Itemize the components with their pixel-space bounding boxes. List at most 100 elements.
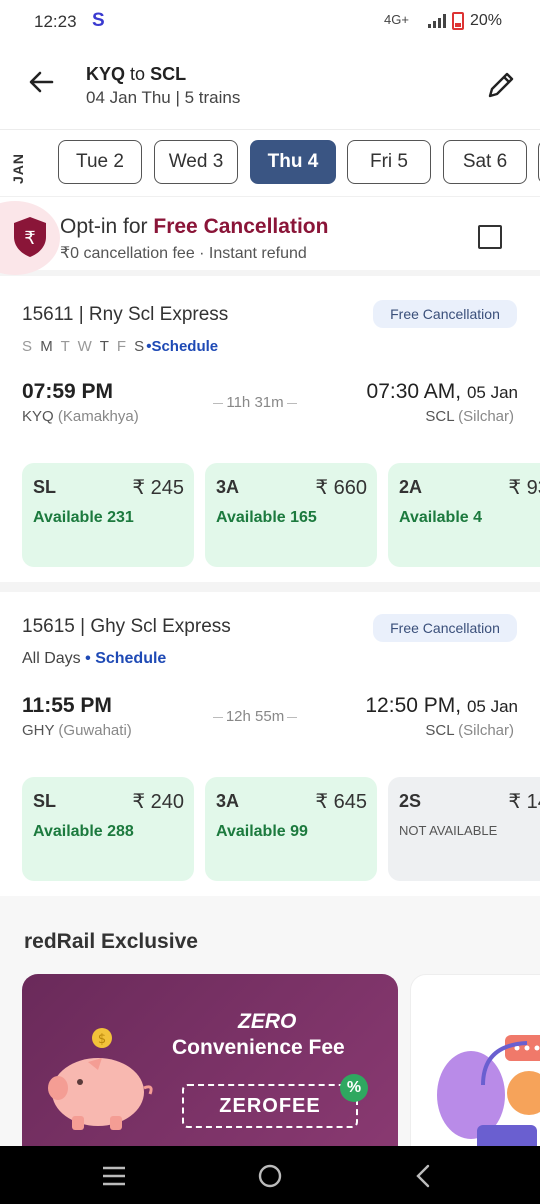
battery-icon: [452, 12, 464, 30]
free-cancellation-banner[interactable]: ₹ Opt-in for Free Cancellation ₹0 cancel…: [0, 196, 540, 276]
route-title: KYQ to SCL: [86, 64, 186, 85]
arrival-station: SCL (Silchar): [425, 722, 514, 739]
cancellation-subtitle: ₹0 cancellation fee · Instant refund: [60, 245, 307, 262]
arrival-code: SCL: [425, 408, 454, 425]
offer-convenience-fee: Convenience Fee: [172, 1036, 345, 1059]
arrival-time-value: 12:50 PM,: [365, 694, 462, 717]
free-cancellation-badge: Free Cancellation: [373, 300, 517, 328]
class-code: SL: [33, 477, 57, 497]
cancellation-title: Opt-in for Free Cancellation: [60, 215, 328, 239]
journey-duration: 11h 31m: [210, 394, 300, 411]
day-fri: F: [116, 338, 128, 355]
class-option-2s[interactable]: 2S ₹ 145 NOT AVAILABLE: [388, 777, 540, 881]
piggy-bank-icon: $: [48, 1028, 153, 1130]
date-chip-wed[interactable]: Wed 3: [154, 140, 238, 184]
class-availability: Available 231: [33, 509, 134, 526]
class-fare: ₹ 935: [508, 477, 540, 499]
train-card[interactable]: 15611 | Rny Scl Express Free Cancellatio…: [0, 282, 540, 582]
percent-badge-icon: %: [340, 1074, 368, 1102]
day-mon: M: [40, 338, 55, 355]
offer-zero: ZERO: [238, 1010, 297, 1033]
arrival-name: (Silchar): [458, 722, 514, 739]
class-availability: NOT AVAILABLE: [399, 823, 498, 838]
departure-name: (Kamakhya): [57, 408, 139, 425]
arrival-time-value: 07:30 AM,: [366, 380, 462, 403]
system-nav-bar: [0, 1146, 540, 1204]
running-days: All Days • Schedule: [22, 650, 167, 667]
class-availability: Available 4: [399, 509, 483, 526]
day-wed: W: [77, 338, 94, 355]
departure-station: GHY (Guwahati): [22, 722, 132, 739]
recent-apps-icon[interactable]: [100, 1162, 128, 1190]
departure-station: KYQ (Kamakhya): [22, 408, 139, 425]
back-arrow-icon[interactable]: [26, 66, 58, 98]
departure-code: GHY: [22, 722, 55, 739]
arrival-code: SCL: [425, 722, 454, 739]
back-nav-icon[interactable]: [410, 1162, 438, 1190]
arrival-date: 05 Jan: [466, 697, 518, 716]
signal-icon: [428, 14, 446, 28]
day-sat: S: [134, 338, 147, 355]
support-agent-illustration: [437, 1035, 540, 1155]
rupee-shield-icon: ₹: [14, 217, 46, 257]
class-code: 3A: [216, 791, 240, 811]
class-code: 2S: [399, 791, 422, 811]
journey-duration: 12h 55m: [206, 708, 304, 725]
edit-pencil-icon[interactable]: [484, 68, 518, 102]
route-to: to: [130, 64, 146, 84]
class-availability: Available 165: [216, 509, 317, 526]
class-code: SL: [33, 791, 57, 811]
day-tue: T: [60, 338, 72, 355]
class-option-sl[interactable]: SL ₹ 245 Available 231: [22, 463, 194, 567]
cancellation-prefix: Opt-in for: [60, 215, 148, 238]
arrival-station: SCL (Silchar): [425, 408, 514, 425]
arrival-time: 12:50 PM, 05 Jan: [365, 694, 518, 718]
status-bar: 12:23 S 4G+ 20%: [0, 0, 540, 44]
class-code: 3A: [216, 477, 240, 497]
train-card[interactable]: 15615 | Ghy Scl Express Free Cancellatio…: [0, 592, 540, 892]
class-option-sl[interactable]: SL ₹ 240 Available 288: [22, 777, 194, 881]
app-root: 12:23 S 4G+ 20% KYQ to SCL 04 Jan Thu | …: [0, 0, 540, 1204]
offer-card-zerofee[interactable]: $ ZERO Convenience Fee ZEROFEE %: [22, 974, 398, 1164]
class-option-2a[interactable]: 2A ₹ 935 Available 4: [388, 463, 540, 567]
top-header: KYQ to SCL 04 Jan Thu | 5 trains: [0, 44, 540, 130]
day-thu: T: [99, 338, 111, 355]
card-separator: [0, 582, 540, 592]
class-code: 2A: [399, 477, 423, 497]
cancellation-checkbox[interactable]: [478, 225, 502, 249]
redrail-exclusive-section: redRail Exclusive $ ZERO Convenience Fee…: [0, 896, 540, 1164]
departure-code: KYQ: [22, 408, 54, 425]
svg-text:$: $: [98, 1032, 106, 1047]
arrival-time: 07:30 AM, 05 Jan: [367, 380, 518, 404]
cancellation-highlight: Free Cancellation: [153, 215, 329, 238]
class-option-3a[interactable]: 3A ₹ 660 Available 165: [205, 463, 377, 567]
arrival-name: (Silchar): [458, 408, 514, 425]
date-chip-sat[interactable]: Sat 6: [443, 140, 527, 184]
offer-code[interactable]: ZEROFEE: [182, 1084, 358, 1128]
section-title: redRail Exclusive: [24, 930, 198, 953]
network-indicator: 4G+: [384, 12, 409, 27]
date-strip: JAN Tue 2 Wed 3 Thu 4 Fri 5 Sat 6: [0, 130, 540, 194]
train-name: 15611 | Rny Scl Express: [22, 304, 229, 325]
schedule-link[interactable]: Schedule: [151, 338, 218, 355]
free-cancellation-badge: Free Cancellation: [373, 614, 517, 642]
date-chip-fri[interactable]: Fri 5: [347, 140, 431, 184]
class-fare: ₹ 645: [315, 791, 367, 813]
class-fare: ₹ 240: [132, 791, 184, 813]
date-chip-thu-selected[interactable]: Thu 4: [250, 140, 336, 184]
departure-name: (Guwahati): [58, 722, 132, 739]
class-fare: ₹ 245: [132, 477, 184, 499]
offer-card-support[interactable]: [410, 974, 540, 1164]
all-days-label: All Days: [22, 650, 81, 667]
status-time: 12:23: [34, 12, 77, 31]
destination-code: SCL: [150, 64, 187, 84]
day-sun: S: [22, 338, 35, 355]
class-availability: Available 288: [33, 823, 134, 840]
home-icon[interactable]: [256, 1162, 284, 1190]
schedule-link[interactable]: Schedule: [95, 650, 166, 667]
class-option-3a[interactable]: 3A ₹ 645 Available 99: [205, 777, 377, 881]
month-label: JAN: [10, 152, 26, 184]
running-days: S M T W T F S•Schedule: [22, 338, 219, 355]
date-chip-tue[interactable]: Tue 2: [58, 140, 142, 184]
class-fare: ₹ 145: [508, 791, 540, 813]
